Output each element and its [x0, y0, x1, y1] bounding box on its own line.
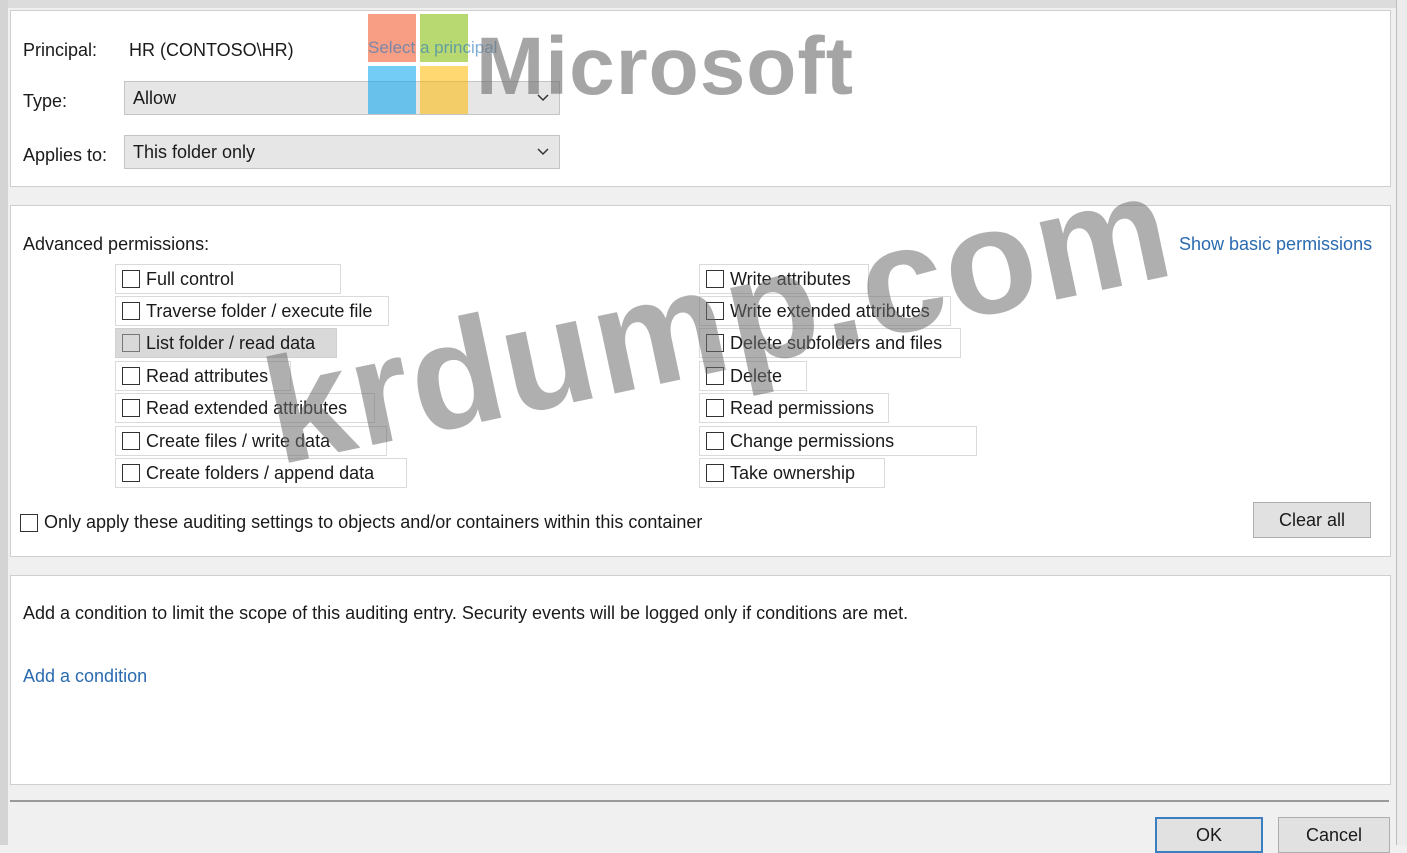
perm-label: Take ownership [730, 462, 856, 483]
only-apply-label: Only apply these auditing settings to ob… [44, 512, 703, 532]
window-left-edge [0, 0, 8, 845]
show-basic-permissions-link[interactable]: Show basic permissions [1179, 234, 1372, 255]
perm-label: Read permissions [730, 397, 875, 418]
checkbox[interactable] [706, 464, 724, 482]
perm-full-control[interactable]: Full control [115, 264, 341, 294]
condition-description: Add a condition to limit the scope of th… [23, 603, 909, 623]
checkbox[interactable] [122, 302, 140, 320]
advanced-permissions-heading: Advanced permissions: [23, 234, 210, 254]
clear-all-button[interactable]: Clear all [1253, 502, 1371, 538]
dialog-button-bar: OK Cancel [10, 800, 1390, 853]
checkbox[interactable] [20, 513, 38, 532]
window-right-edge [1396, 0, 1407, 845]
cancel-button[interactable]: Cancel [1278, 817, 1390, 853]
add-condition-link[interactable]: Add a condition [23, 666, 147, 687]
only-apply-option[interactable]: Only apply these auditing settings to ob… [20, 512, 702, 533]
checkbox[interactable] [122, 399, 140, 417]
checkbox[interactable] [122, 432, 140, 450]
logo-square [368, 66, 416, 114]
microsoft-logo-watermark [368, 14, 470, 116]
checkbox[interactable] [122, 334, 140, 352]
applies-to-select[interactable]: This folder only [124, 135, 560, 169]
applies-to-label: Applies to: [23, 145, 108, 165]
type-select-value: Allow [133, 88, 177, 108]
chevron-down-icon [537, 148, 549, 156]
checkbox[interactable] [706, 432, 724, 450]
principal-label: Principal: [23, 40, 98, 60]
principal-value: HR (CONTOSO\HR) [129, 40, 294, 60]
logo-square [420, 66, 468, 114]
perm-label: Read attributes [146, 365, 269, 386]
window-top-edge [0, 0, 1407, 8]
condition-panel: Add a condition to limit the scope of th… [10, 575, 1391, 785]
perm-change-permissions[interactable]: Change permissions [699, 426, 977, 456]
applies-to-select-value: This folder only [133, 142, 256, 162]
microsoft-watermark: Microsoft [476, 21, 854, 112]
checkbox[interactable] [122, 464, 140, 482]
checkbox[interactable] [122, 270, 140, 288]
perm-label: Change permissions [730, 430, 895, 451]
checkbox[interactable] [122, 367, 140, 385]
perm-label: Full control [146, 268, 235, 289]
ok-button[interactable]: OK [1155, 817, 1263, 853]
type-label: Type: [23, 91, 68, 111]
perm-take-ownership[interactable]: Take ownership [699, 458, 885, 488]
